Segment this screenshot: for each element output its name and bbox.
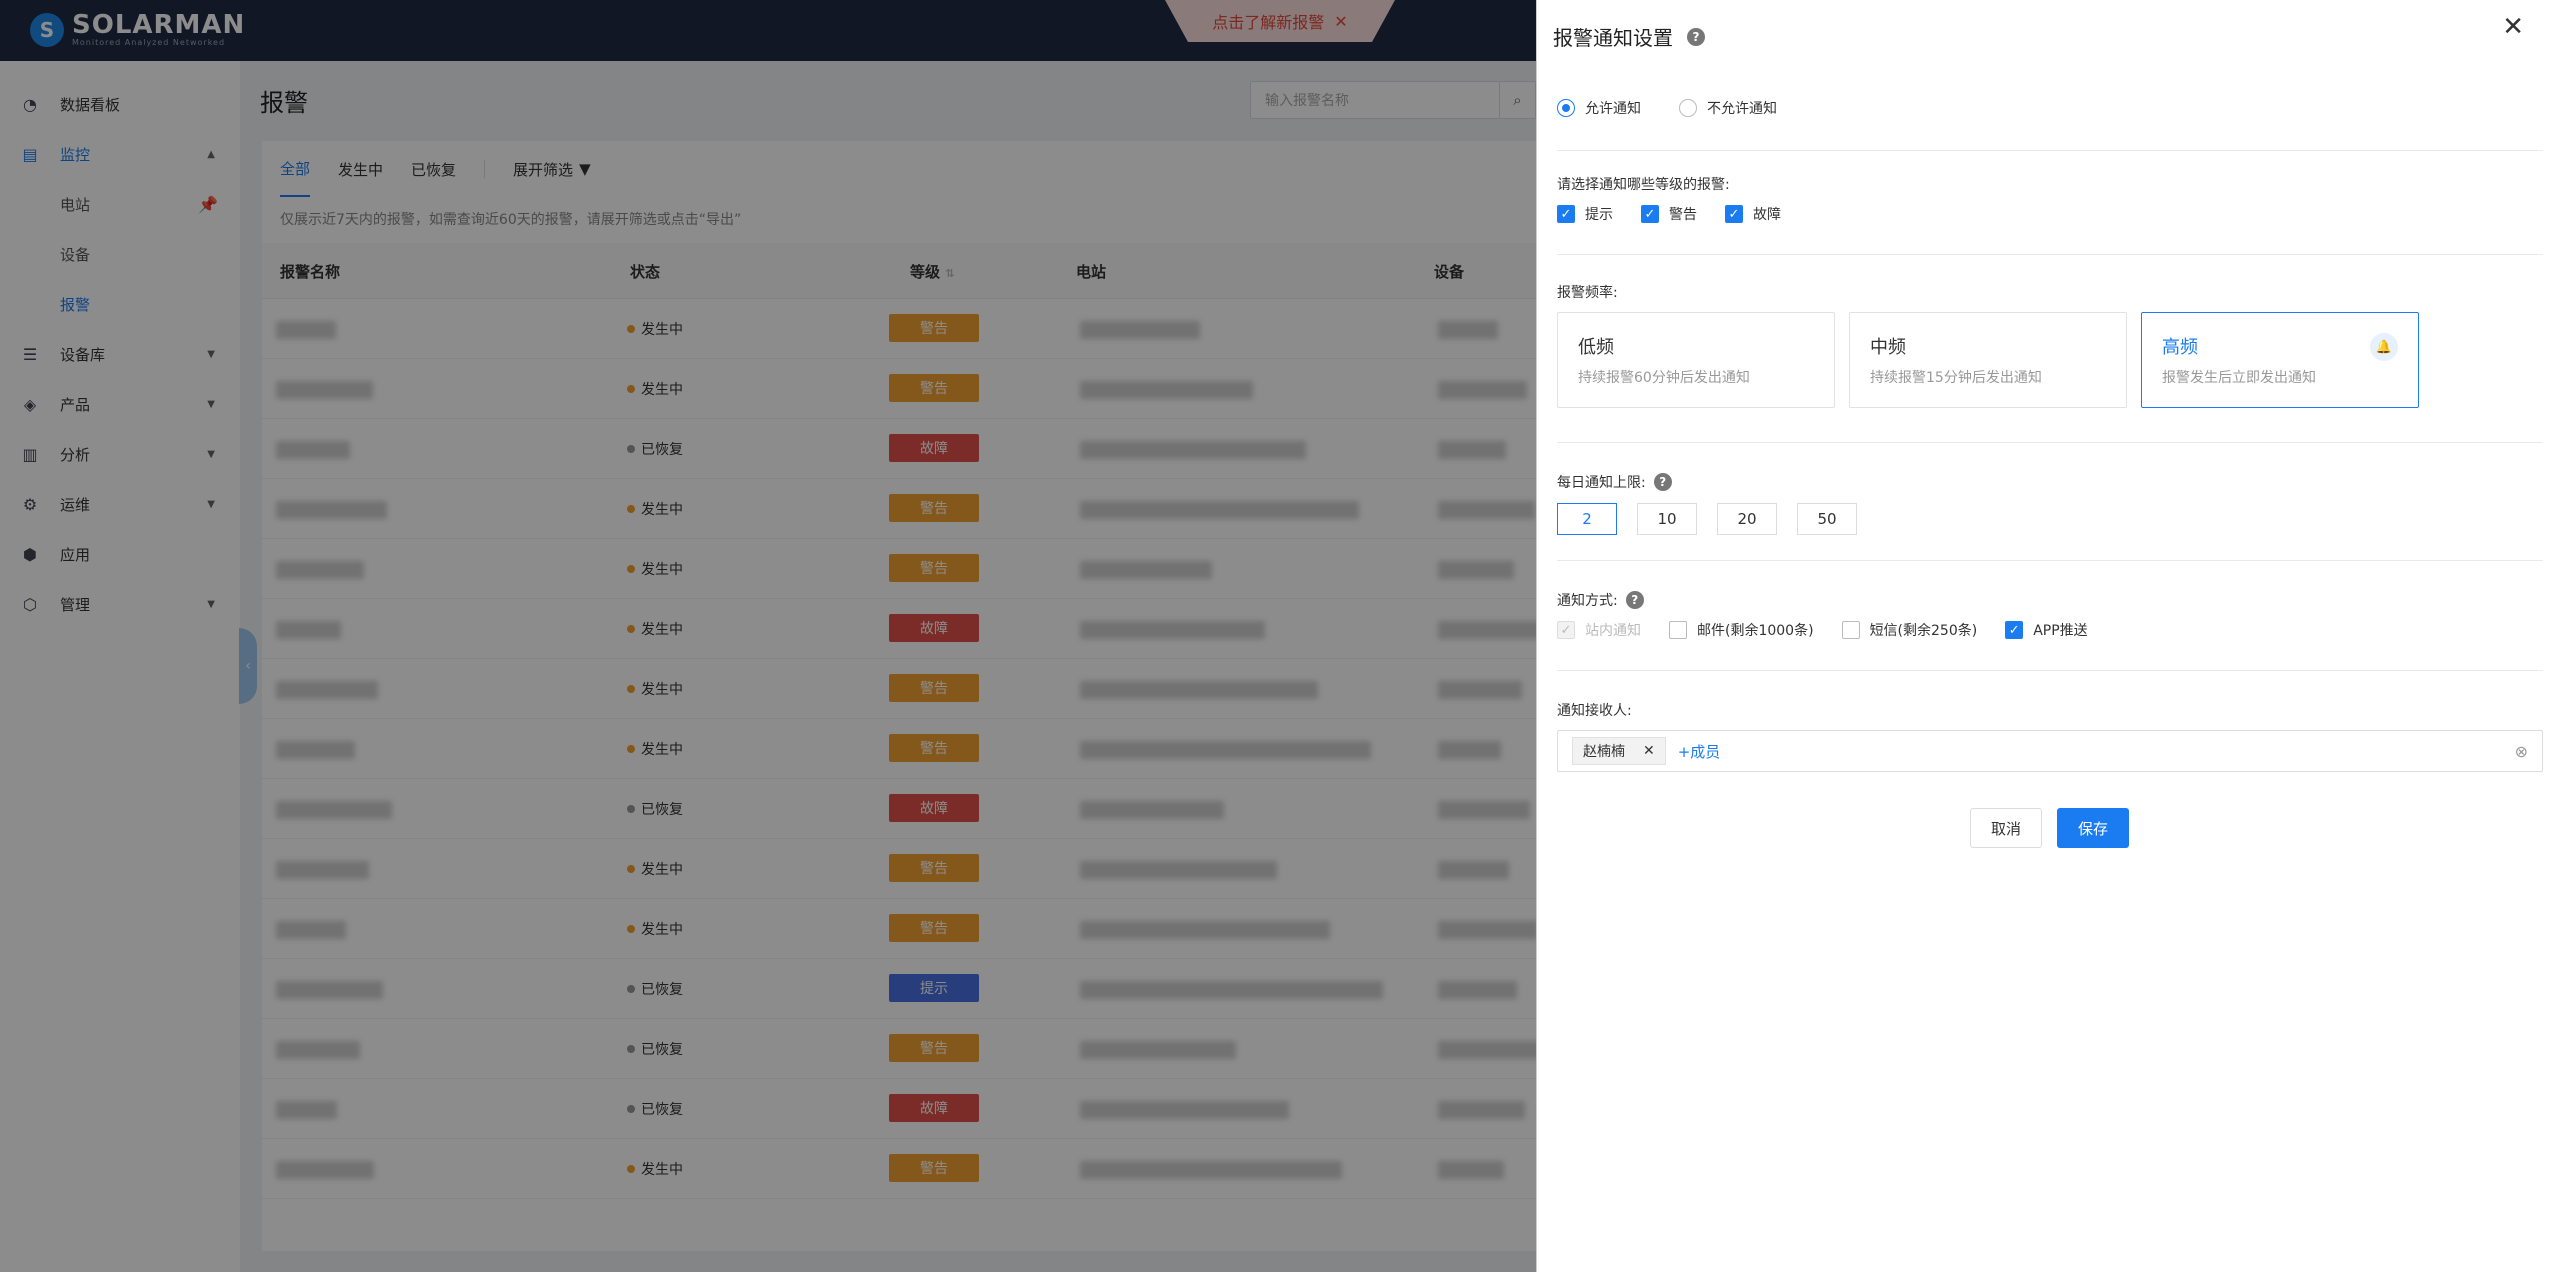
allow-notify-radio[interactable]: 允许通知 bbox=[1557, 98, 1641, 118]
daily-limit-text: 每日通知上限: bbox=[1557, 475, 1646, 491]
limit-option-2[interactable]: 2 bbox=[1557, 503, 1617, 535]
frequency-title: 高频 bbox=[2162, 337, 2198, 358]
disallow-label: 不允许通知 bbox=[1707, 101, 1777, 117]
modal-overlay[interactable] bbox=[0, 0, 1536, 1272]
level-warning-label: 警告 bbox=[1669, 207, 1697, 223]
remove-tag-icon[interactable]: ✕ bbox=[1643, 743, 1655, 759]
method-checkboxes: ✓ 站内通知 邮件(剩余1000条) 短信(剩余250条) ✓ APP推送 bbox=[1557, 620, 2088, 640]
method-sms-checkbox[interactable]: 短信(剩余250条) bbox=[1841, 620, 1978, 640]
add-member-button[interactable]: +成员 bbox=[1678, 741, 1721, 762]
limit-option-10[interactable]: 10 bbox=[1637, 503, 1697, 535]
check-icon: ✓ bbox=[1725, 205, 1743, 223]
method-label-text: 通知方式: bbox=[1557, 593, 1618, 609]
method-app-push-label: APP推送 bbox=[2033, 623, 2088, 639]
help-icon[interactable]: ? bbox=[1653, 473, 1672, 491]
levels-checkboxes: ✓ 提示 ✓ 警告 ✓ 故障 bbox=[1557, 204, 1781, 224]
frequency-desc: 持续报警15分钟后发出通知 bbox=[1870, 370, 2042, 386]
save-button[interactable]: 保存 bbox=[2057, 808, 2129, 848]
frequency-options: 低频 持续报警60分钟后发出通知 中频 持续报警15分钟后发出通知 高频 报警发… bbox=[1557, 312, 2419, 408]
check-icon: ✓ bbox=[1557, 205, 1575, 223]
disallow-notify-radio[interactable]: 不允许通知 bbox=[1679, 98, 1777, 118]
level-fault-label: 故障 bbox=[1753, 207, 1781, 223]
check-icon: ✓ bbox=[1641, 205, 1659, 223]
notify-toggle: 允许通知 不允许通知 bbox=[1557, 98, 1777, 118]
recipient-tag: 赵楠楠 ✕ bbox=[1572, 737, 1666, 765]
section-divider bbox=[1557, 670, 2543, 671]
recipient-select[interactable]: 赵楠楠 ✕ +成员 ⊗ bbox=[1557, 730, 2543, 772]
checkbox-empty-icon bbox=[1669, 621, 1687, 639]
help-icon[interactable]: ? bbox=[1687, 27, 1705, 46]
section-divider bbox=[1557, 150, 2543, 151]
section-divider bbox=[1557, 254, 2543, 255]
limit-option-50[interactable]: 50 bbox=[1797, 503, 1857, 535]
frequency-low-card[interactable]: 低频 持续报警60分钟后发出通知 bbox=[1557, 312, 1835, 408]
section-divider bbox=[1557, 560, 2543, 561]
radio-checked-icon bbox=[1557, 99, 1575, 117]
frequency-medium-card[interactable]: 中频 持续报警15分钟后发出通知 bbox=[1849, 312, 2127, 408]
limit-option-20[interactable]: 20 bbox=[1717, 503, 1777, 535]
bell-icon: 🔔 bbox=[2370, 333, 2398, 361]
clear-icon[interactable]: ⊗ bbox=[2515, 742, 2528, 761]
levels-label: 请选择通知哪些等级的报警: bbox=[1557, 177, 1730, 193]
help-icon[interactable]: ? bbox=[1625, 591, 1644, 609]
method-app-push-checkbox[interactable]: ✓ APP推送 bbox=[2005, 620, 2088, 640]
method-sms-label: 短信(剩余250条) bbox=[1869, 623, 1978, 639]
checkbox-empty-icon bbox=[1841, 621, 1860, 639]
method-inapp-label: 站内通知 bbox=[1585, 623, 1641, 639]
frequency-label: 报警频率: bbox=[1557, 285, 1618, 301]
recipient-label: 通知接收人: bbox=[1557, 703, 1632, 719]
level-fault-checkbox[interactable]: ✓ 故障 bbox=[1725, 204, 1781, 224]
frequency-desc: 报警发生后立即发出通知 bbox=[2162, 370, 2316, 386]
check-icon: ✓ bbox=[1557, 621, 1575, 639]
drawer-title: 报警通知设置 ? bbox=[1553, 22, 1705, 51]
alarm-notification-settings-drawer: 报警通知设置 ? ✕ 允许通知 不允许通知 请选择通知哪些等级的报警: ✓ 提示 … bbox=[1536, 0, 2560, 1272]
recipient-name: 赵楠楠 bbox=[1583, 744, 1625, 760]
check-icon: ✓ bbox=[2005, 621, 2024, 639]
frequency-high-card[interactable]: 高频 报警发生后立即发出通知 🔔 bbox=[2141, 312, 2419, 408]
frequency-desc: 持续报警60分钟后发出通知 bbox=[1578, 370, 1750, 386]
daily-limit-options: 2 10 20 50 bbox=[1557, 503, 1857, 535]
close-icon[interactable]: ✕ bbox=[2502, 12, 2524, 42]
level-warning-checkbox[interactable]: ✓ 警告 bbox=[1641, 204, 1697, 224]
method-email-checkbox[interactable]: 邮件(剩余1000条) bbox=[1669, 620, 1814, 640]
method-inapp-checkbox: ✓ 站内通知 bbox=[1557, 620, 1641, 640]
radio-unchecked-icon bbox=[1679, 99, 1697, 117]
cancel-button[interactable]: 取消 bbox=[1970, 808, 2042, 848]
frequency-title: 中频 bbox=[1870, 337, 1906, 358]
method-label: 通知方式:? bbox=[1557, 590, 1644, 610]
frequency-title: 低频 bbox=[1578, 337, 1614, 358]
drawer-title-text: 报警通知设置 bbox=[1553, 26, 1673, 50]
level-info-checkbox[interactable]: ✓ 提示 bbox=[1557, 204, 1613, 224]
daily-limit-label: 每日通知上限:? bbox=[1557, 472, 1672, 492]
level-info-label: 提示 bbox=[1585, 207, 1613, 223]
section-divider bbox=[1557, 442, 2543, 443]
method-email-label: 邮件(剩余1000条) bbox=[1697, 623, 1814, 639]
allow-label: 允许通知 bbox=[1585, 101, 1641, 117]
